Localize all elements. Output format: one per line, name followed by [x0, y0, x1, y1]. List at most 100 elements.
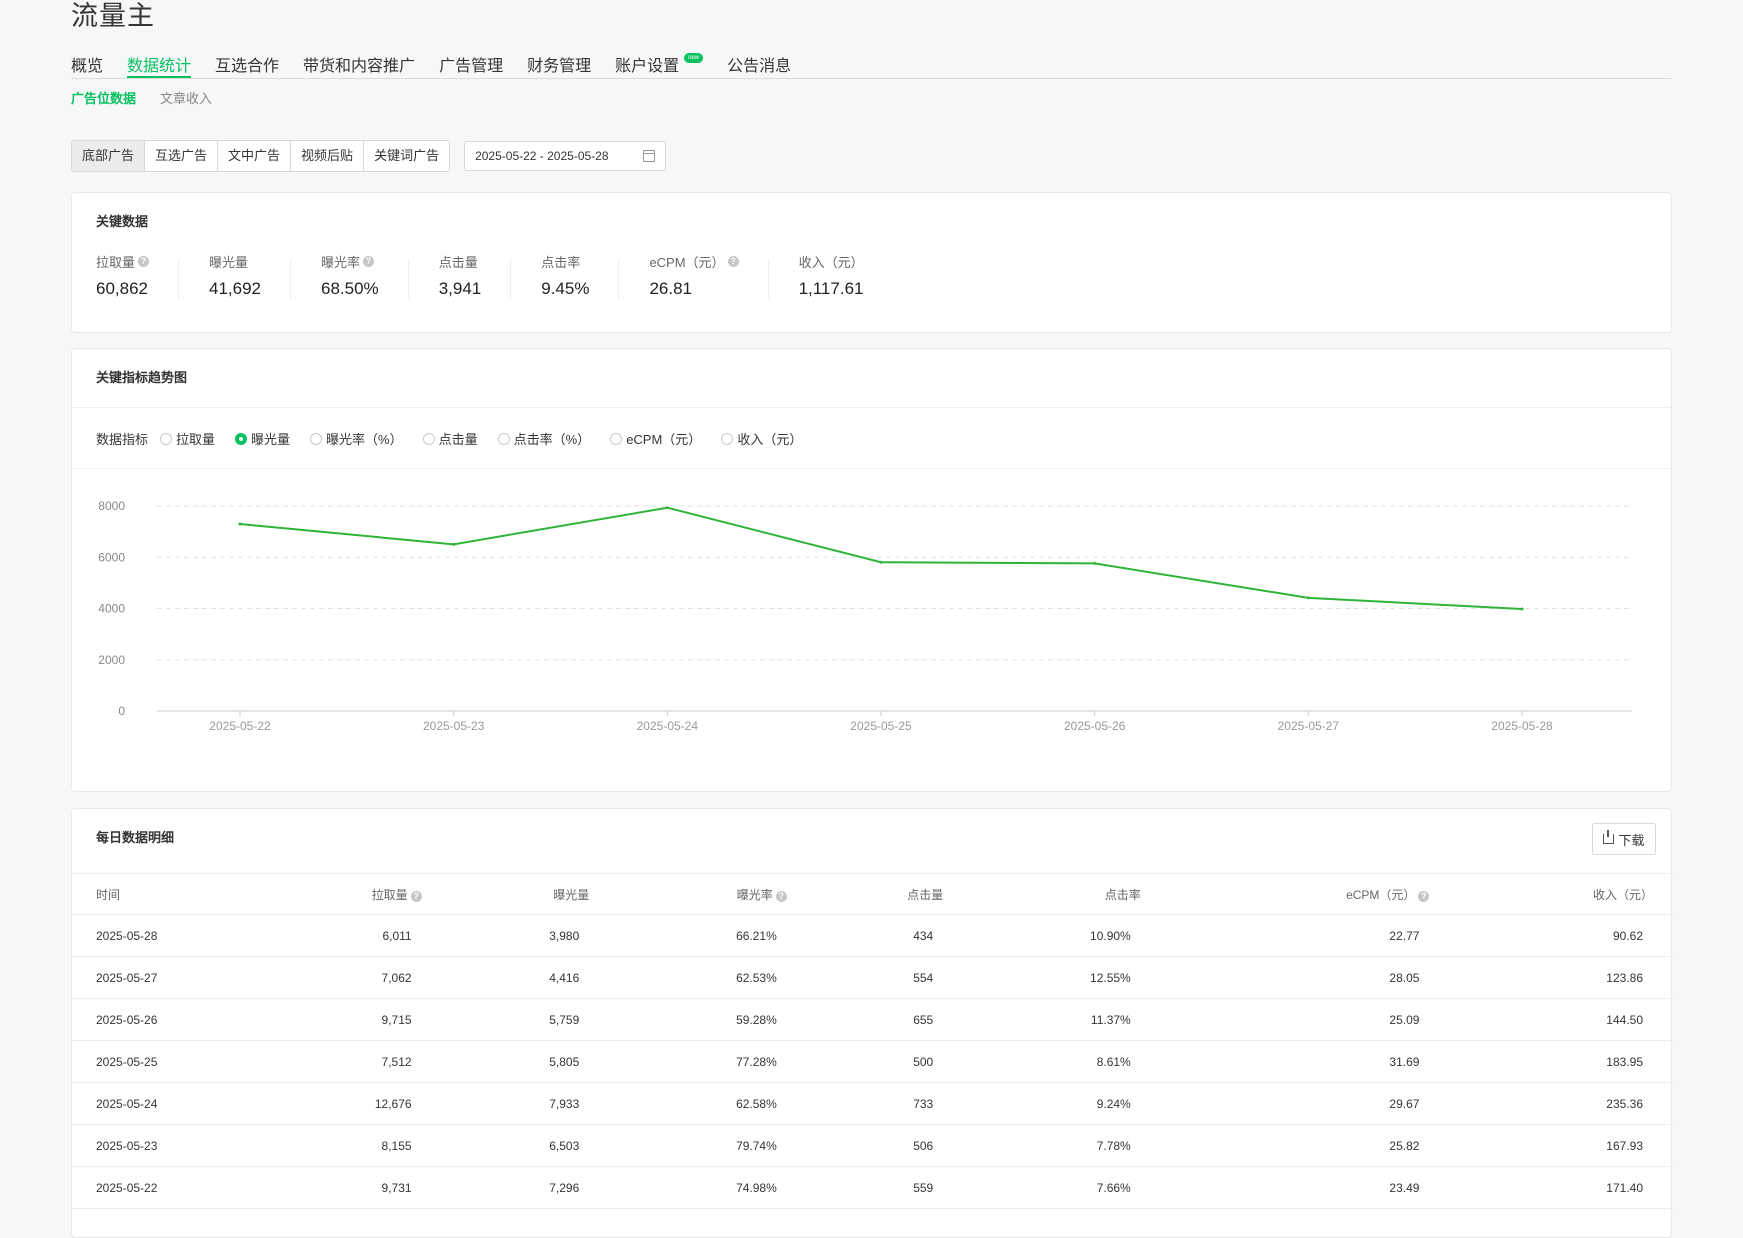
column-header-label: 曝光量: [553, 887, 590, 902]
table-cell: 7.66%: [963, 1166, 1161, 1209]
table-cell: 6,503: [441, 1124, 610, 1167]
ad-type-button[interactable]: 关键词广告: [364, 141, 449, 171]
nav-item-label: 广告管理: [439, 58, 504, 75]
table-cell: 554: [806, 956, 964, 999]
table-cell: 22.77: [1160, 914, 1450, 957]
table-cell: 7,296: [441, 1166, 610, 1209]
metric-label-text: eCPM（元）: [649, 254, 725, 270]
nav-item-5[interactable]: 财务管理: [527, 46, 591, 78]
column-header-label: 点击量: [907, 887, 944, 902]
nav-item-4[interactable]: 广告管理: [439, 46, 503, 78]
table-cell: 5,759: [441, 998, 610, 1041]
help-icon[interactable]: ?: [410, 890, 422, 902]
main-nav: 概览 数据统计 互选合作 带货和内容推广 广告管理 财务管理 账户设置 new 公告消息: [71, 46, 1671, 79]
nav-item-7[interactable]: 公告消息: [727, 46, 791, 78]
table-cell: 7.78%: [963, 1124, 1161, 1167]
indicator-radio-label: 点击率（%）: [513, 432, 591, 447]
page: 流量主 概览 数据统计 互选合作 带货和内容推广 广告管理 财务管理 账户设置 new 公告消息…: [0, 0, 1743, 1238]
ad-type-button[interactable]: 文中广告: [218, 141, 292, 171]
help-icon[interactable]: ?: [727, 255, 739, 267]
nav-item-0[interactable]: 概览: [71, 46, 103, 78]
calendar-icon: [643, 150, 656, 162]
trend-chart-svg: 0 2000 4000 6000 8000 2025-05-22 2025-05-23 202…: [98, 499, 1632, 733]
trend-chart: 0 2000 4000 6000 8000 2025-05-22 2025-05-23 202…: [72, 469, 1673, 793]
radio-circle: [721, 432, 734, 445]
date-range-picker[interactable]: 2025-05-22 - 2025-05-28: [464, 141, 667, 171]
metric-value: 26.81: [649, 279, 692, 298]
table-cell: 66.21%: [609, 914, 807, 957]
column-header: 点击率: [963, 873, 1161, 915]
indicator-label: 数据指标: [96, 432, 149, 447]
indicator-radio[interactable]: 曝光率（%）: [310, 429, 403, 448]
indicator-radio[interactable]: 收入（元）: [721, 429, 802, 448]
help-icon[interactable]: ?: [138, 255, 150, 267]
key-data-card: 关键数据 拉取量? 60,862 曝光量 41,692 曝光率? 68.50% 点击量 3,9…: [71, 192, 1672, 333]
table-cell: 5,805: [441, 1040, 610, 1083]
ad-type-button[interactable]: 底部广告: [72, 141, 146, 171]
data-point: [452, 542, 456, 546]
metric-label: 拉取量?: [96, 253, 150, 270]
indicator-radio[interactable]: eCPM（元）: [610, 429, 701, 448]
ad-type-button[interactable]: 视频后贴: [291, 141, 365, 171]
nav-item-6[interactable]: 账户设置 new: [615, 46, 704, 78]
metric-label: eCPM（元）?: [649, 253, 739, 270]
data-point: [1306, 596, 1310, 600]
nav-item-2[interactable]: 互选合作: [215, 46, 279, 78]
x-tick-label: 2025-05-25: [850, 719, 912, 733]
nav-item-3[interactable]: 带货和内容推广: [303, 46, 415, 78]
nav-item-label: 公告消息: [727, 58, 792, 75]
nav-item-label: 数据统计: [127, 58, 192, 75]
indicator-radio[interactable]: 点击率（%）: [497, 429, 591, 448]
table-cell: 12,676: [246, 1082, 442, 1125]
table-cell: 506: [806, 1124, 964, 1167]
indicator-radio-label: 收入（元）: [737, 432, 803, 447]
table-cell: 31.69: [1160, 1040, 1450, 1083]
new-badge: new: [684, 53, 704, 63]
metric-6: 收入（元） 1,117.61: [799, 253, 894, 299]
table-cell: 8,155: [246, 1124, 442, 1167]
metric-2: 曝光率? 68.50%: [321, 253, 409, 299]
download-button[interactable]: 下载: [1592, 823, 1656, 855]
nav-item-label: 账户设置: [615, 58, 680, 75]
table-cell: 9,715: [246, 998, 442, 1041]
table-row: 2025-05-22 9,731 7,296 74.98% 559 7.66% 23.49 1…: [72, 1166, 1673, 1209]
ad-type-button[interactable]: 互选广告: [145, 141, 219, 171]
nav-item-1[interactable]: 数据统计: [127, 46, 192, 78]
table-cell: 2025-05-28: [72, 914, 246, 957]
help-icon[interactable]: ?: [775, 890, 787, 902]
y-tick-label: 6000: [98, 550, 125, 564]
table-cell: 62.53%: [609, 956, 807, 999]
radio-circle: [160, 432, 173, 445]
indicator-radio[interactable]: 拉取量: [160, 429, 215, 448]
column-header-label: 时间: [96, 887, 121, 902]
sub-tab-0[interactable]: 广告位数据: [71, 88, 136, 107]
sub-tab-1[interactable]: 文章收入: [160, 88, 212, 107]
metric-value: 1,117.61: [798, 279, 864, 298]
x-tick-label: 2025-05-28: [1491, 719, 1553, 733]
nav-item-label: 互选合作: [215, 58, 280, 75]
table-cell: 12.55%: [963, 956, 1161, 999]
x-tick-label: 2025-05-27: [1278, 719, 1340, 733]
data-point: [1093, 561, 1097, 565]
table-cell: 90.62: [1449, 914, 1673, 957]
indicator-radio-label: 拉取量: [176, 432, 216, 447]
help-icon[interactable]: ?: [363, 255, 375, 267]
y-tick-label: 2000: [98, 653, 125, 667]
column-header: 收入（元）: [1449, 873, 1673, 915]
column-header: 时间: [72, 873, 246, 915]
y-tick-label: 4000: [98, 602, 125, 616]
column-header: 拉取量?: [246, 873, 442, 915]
key-data-title: 关键数据: [96, 214, 149, 229]
table-cell: 235.36: [1449, 1082, 1673, 1125]
table-row: 2025-05-26 9,715 5,759 59.28% 655 11.37% 25.09…: [72, 998, 1673, 1041]
indicator-radio[interactable]: 曝光量: [235, 429, 290, 448]
daily-detail-title: 每日数据明细: [96, 830, 175, 845]
metric-value: 3,941: [438, 279, 482, 298]
indicator-radio[interactable]: 点击量: [422, 429, 478, 448]
metric-label: 点击率: [541, 253, 589, 270]
table-cell: 2025-05-23: [72, 1124, 246, 1167]
table-cell: 144.50: [1449, 998, 1673, 1041]
indicator-radio-label: 点击量: [438, 432, 478, 447]
help-icon[interactable]: ?: [1418, 890, 1430, 902]
column-header-label: 收入（元）: [1592, 887, 1653, 902]
